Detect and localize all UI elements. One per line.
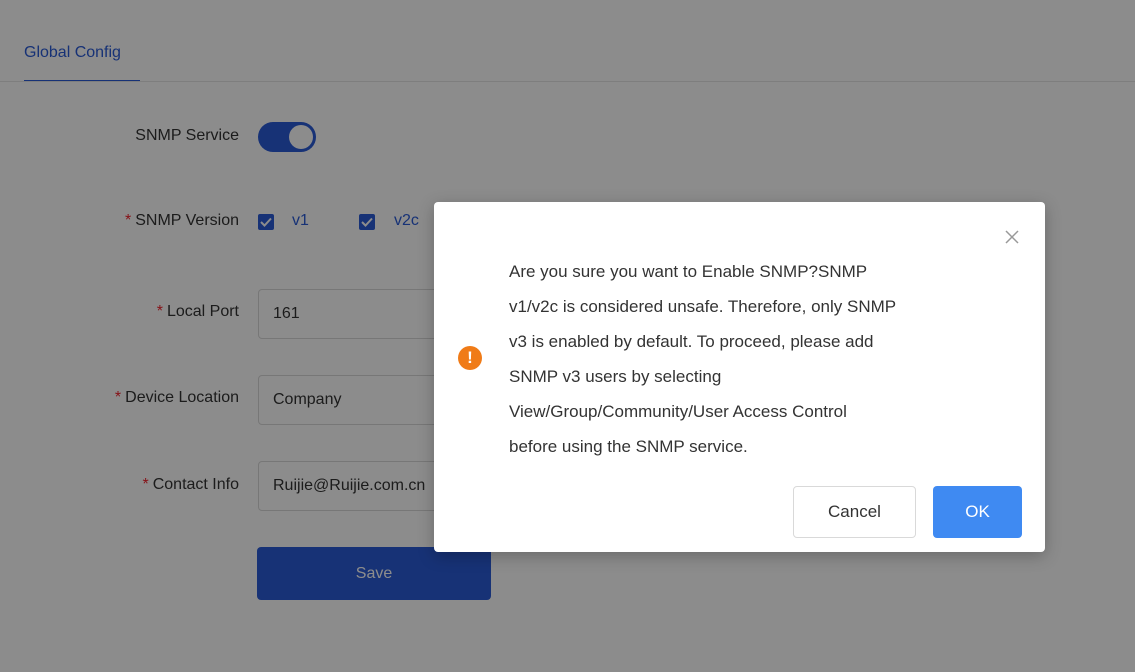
warning-icon: ! [458,346,482,370]
dialog-message-line: SNMP v3 users by selecting [509,367,722,386]
ok-button[interactable]: OK [933,486,1022,538]
dialog-message-line: View/Group/Community/User Access Control [509,402,847,421]
close-icon[interactable] [1005,230,1019,244]
dialog-message-line: v1/v2c is considered unsafe. Therefore, … [509,297,897,316]
dialog-message-line: before using the SNMP service. [509,437,748,456]
dialog-message-line: v3 is enabled by default. To proceed, pl… [509,332,874,351]
cancel-button[interactable]: Cancel [793,486,916,538]
dialog-message-line: Are you sure you want to Enable SNMP?SNM… [509,262,868,281]
confirm-dialog: ! Are you sure you want to Enable SNMP?S… [434,202,1045,552]
